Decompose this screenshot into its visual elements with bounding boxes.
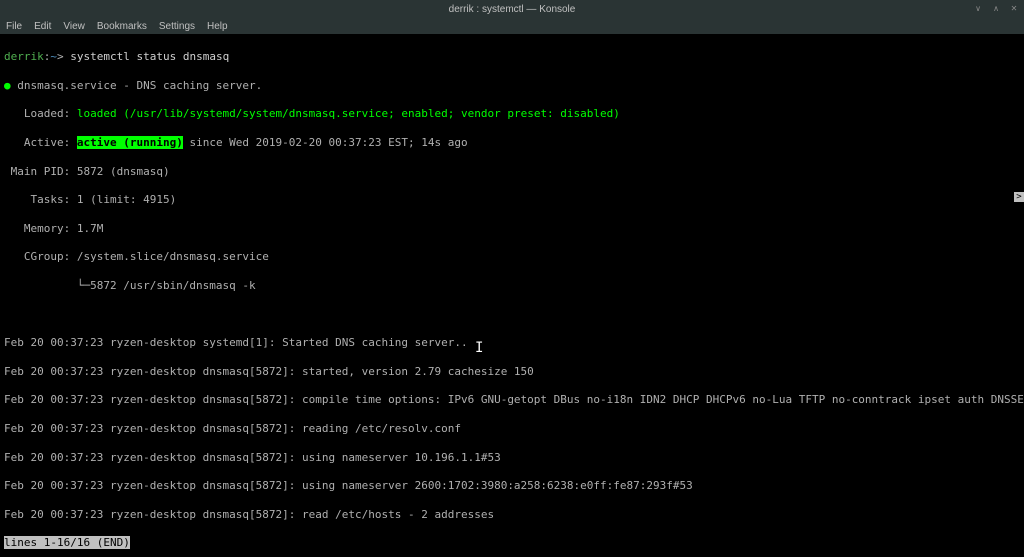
memory-line: Memory: 1.7M bbox=[4, 222, 1020, 236]
pager-status: lines 1-16/16 (END) bbox=[4, 536, 130, 549]
scroll-right-icon[interactable]: > bbox=[1014, 192, 1024, 202]
window-controls: ∨ ∧ ✕ bbox=[972, 2, 1020, 14]
log-line: Feb 20 00:37:23 ryzen-desktop dnsmasq[58… bbox=[4, 451, 1020, 465]
prompt-sep2: > bbox=[57, 50, 64, 63]
close-icon[interactable]: ✕ bbox=[1008, 2, 1020, 14]
log-line: Feb 20 00:37:23 ryzen-desktop dnsmasq[58… bbox=[4, 508, 1020, 522]
cgroup-child-line: └─5872 /usr/sbin/dnsmasq -k bbox=[4, 279, 1020, 293]
terminal[interactable]: derrik:~> systemctl status dnsmasq ● dns… bbox=[0, 34, 1024, 557]
unit-line: ● dnsmasq.service - DNS caching server. bbox=[4, 79, 1020, 93]
log-line: Feb 20 00:37:23 ryzen-desktop dnsmasq[58… bbox=[4, 479, 1020, 493]
menu-bookmarks[interactable]: Bookmarks bbox=[97, 21, 147, 32]
command-text: systemctl status dnsmasq bbox=[70, 50, 229, 63]
loaded-value: loaded (/usr/lib/systemd/system/dnsmasq.… bbox=[77, 107, 620, 120]
prompt-path: ~ bbox=[50, 50, 57, 63]
status-dot-icon: ● bbox=[4, 79, 11, 92]
menu-view[interactable]: View bbox=[63, 21, 85, 32]
log-line: Feb 20 00:37:23 ryzen-desktop dnsmasq[58… bbox=[4, 393, 1020, 407]
minimize-icon[interactable]: ∨ bbox=[972, 2, 984, 14]
menu-help[interactable]: Help bbox=[207, 21, 228, 32]
titlebar: derrik : systemctl — Konsole ∨ ∧ ✕ bbox=[0, 0, 1024, 18]
loaded-line: Loaded: loaded (/usr/lib/systemd/system/… bbox=[4, 107, 1020, 121]
pager-status-line: lines 1-16/16 (END) bbox=[4, 536, 1020, 550]
blank-line bbox=[4, 308, 1020, 322]
prompt-user: derrik bbox=[4, 50, 44, 63]
tasks-line: Tasks: 1 (limit: 4915) bbox=[4, 193, 1020, 207]
active-label: Active: bbox=[4, 136, 77, 149]
active-value: active (running) bbox=[77, 136, 183, 149]
loaded-label: Loaded: bbox=[4, 107, 77, 120]
log-line: Feb 20 00:37:23 ryzen-desktop dnsmasq[58… bbox=[4, 422, 1020, 436]
menu-edit[interactable]: Edit bbox=[34, 21, 51, 32]
cgroup-line: CGroup: /system.slice/dnsmasq.service bbox=[4, 250, 1020, 264]
log-line: Feb 20 00:37:23 ryzen-desktop dnsmasq[58… bbox=[4, 365, 1020, 379]
main-pid-line: Main PID: 5872 (dnsmasq) bbox=[4, 165, 1020, 179]
menubar: File Edit View Bookmarks Settings Help bbox=[0, 18, 1024, 34]
menu-file[interactable]: File bbox=[6, 21, 22, 32]
log-line: Feb 20 00:37:23 ryzen-desktop systemd[1]… bbox=[4, 336, 1020, 350]
menu-settings[interactable]: Settings bbox=[159, 21, 195, 32]
prompt-line: derrik:~> systemctl status dnsmasq bbox=[4, 50, 1020, 64]
active-line: Active: active (running) since Wed 2019-… bbox=[4, 136, 1020, 150]
text-cursor-icon: I bbox=[475, 339, 483, 357]
window-title: derrik : systemctl — Konsole bbox=[449, 4, 576, 15]
unit-text: dnsmasq.service - DNS caching server. bbox=[17, 79, 262, 92]
maximize-icon[interactable]: ∧ bbox=[990, 2, 1002, 14]
active-since: since Wed 2019-02-20 00:37:23 EST; 14s a… bbox=[183, 136, 468, 149]
